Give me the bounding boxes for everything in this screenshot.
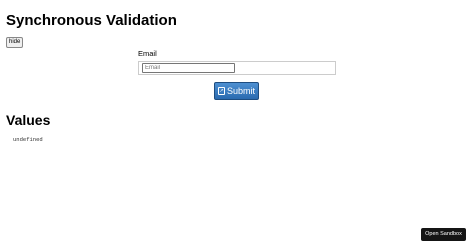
email-field-container	[138, 61, 336, 75]
values-output: undefined	[13, 136, 43, 143]
hide-button[interactable]: hide	[6, 37, 24, 48]
email-form: Email	[138, 49, 336, 75]
open-sandbox-button[interactable]: Open Sandbox	[421, 228, 466, 241]
page: Synchronous Validation hide Email ↗ Subm…	[0, 0, 474, 248]
email-input[interactable]	[142, 63, 235, 73]
paper-plane-icon: ↗	[217, 87, 225, 95]
values-heading: Values	[6, 112, 51, 128]
page-title: Synchronous Validation	[6, 12, 177, 29]
email-label: Email	[138, 49, 157, 58]
submit-label: Submit	[226, 86, 255, 96]
submit-button[interactable]: ↗ Submit	[214, 82, 259, 100]
